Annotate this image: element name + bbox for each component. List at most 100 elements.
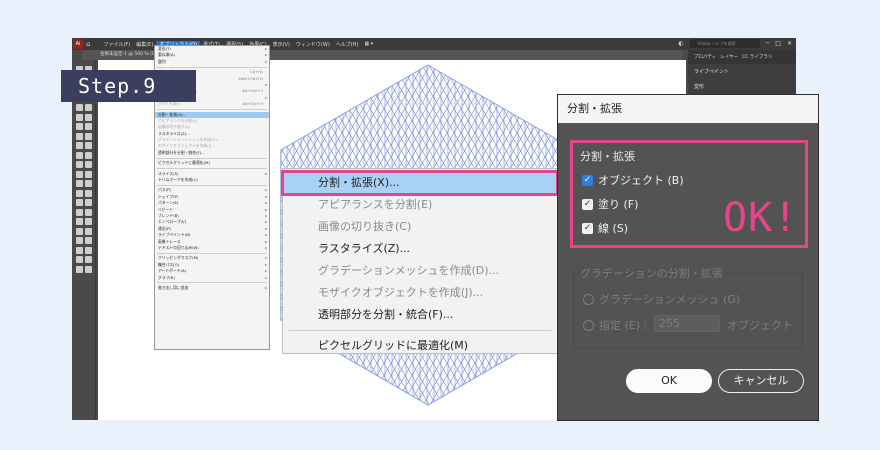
- panel-section-title: ライブペイント: [694, 69, 730, 75]
- object-menu-item[interactable]: すべてを表示 Alt+Ctrl+3: [155, 101, 269, 107]
- ok-button[interactable]: OK: [626, 369, 712, 393]
- workspace-switcher-icon[interactable]: ▦ ▾: [361, 41, 376, 47]
- grid-line: [98, 60, 139, 420]
- tool-icon[interactable]: [76, 123, 83, 130]
- expand-menu-item[interactable]: 分割・拡張(X)...: [281, 170, 559, 196]
- tool-icon[interactable]: [85, 132, 92, 140]
- object-menu-item[interactable]: 書き出し用に追加 ▸: [155, 285, 269, 291]
- tool-icon[interactable]: [85, 227, 92, 235]
- zoom-menu-item[interactable]: 透明部分を分割・統合(F)...: [283, 304, 557, 326]
- zoom-menu-item[interactable]: モザイクオブジェクトを作成(J)...: [283, 282, 557, 304]
- zoom-menu-item[interactable]: アピアランスを分割(E): [283, 194, 557, 216]
- object-menu-item-label: グラフ(R): [158, 274, 175, 280]
- object-menu-item-label: グラデーションメッシュを作成(D)...: [158, 137, 221, 143]
- tool-icon[interactable]: [76, 246, 83, 254]
- object-menu-item[interactable]: テキストの回り込み(W) ▸: [155, 245, 269, 251]
- tool-icon[interactable]: [76, 199, 83, 206]
- tool-icon[interactable]: [85, 161, 92, 168]
- tool-icon[interactable]: [85, 189, 92, 197]
- submenu-arrow-icon: ▸: [265, 244, 267, 250]
- submenu-arrow-icon: ▸: [265, 58, 267, 64]
- grid-line: [98, 60, 123, 420]
- menu-edit[interactable]: 編集(E): [133, 41, 156, 48]
- tool-icon[interactable]: [76, 265, 83, 273]
- tool-icon[interactable]: [76, 170, 83, 178]
- object-menu-item-label: エンベロープ(V): [158, 219, 187, 225]
- tool-icon[interactable]: [85, 199, 92, 206]
- tab-layers[interactable]: レイヤー: [720, 54, 738, 60]
- tool-icon[interactable]: [76, 104, 83, 111]
- zoomed-object-menu: 分割・拡張(X)... アピアランスを分割(E) 画像の切り抜き(C) ラスタライズ(…: [281, 168, 559, 357]
- tool-icon[interactable]: [85, 237, 92, 244]
- object-menu-item-label: ブレンド(B): [158, 212, 179, 218]
- submenu-arrow-icon: ▸: [265, 284, 267, 290]
- object-menu-item-label: リピート: [158, 206, 174, 212]
- tool-icon[interactable]: [76, 189, 83, 197]
- object-menu-item[interactable]: ピクセルグリッドに最適化(M): [155, 160, 269, 166]
- object-menu-item-label: シェイプ(P): [158, 193, 179, 199]
- grid-line: [98, 60, 118, 420]
- object-menu-item[interactable]: 透明部分を分割・統合(F)...: [155, 150, 269, 156]
- tool-icon[interactable]: [85, 180, 92, 187]
- fill-checkbox[interactable]: ✓ 塗り (F): [582, 196, 638, 212]
- object-menu-item[interactable]: グラフ(R) ▸: [155, 275, 269, 281]
- menu-help[interactable]: ヘルプ(H): [333, 41, 362, 48]
- grid-line: [98, 60, 125, 420]
- object-menu-item-label: クリッピングマスク(M): [158, 255, 199, 261]
- object-menu-item[interactable]: トリムマークを作成(C): [155, 177, 269, 183]
- close-icon[interactable]: ✕: [787, 40, 792, 47]
- user-icon[interactable]: ◐: [678, 40, 683, 47]
- tool-icon[interactable]: [76, 132, 83, 140]
- stroke-checkbox[interactable]: ✓ 線 (S): [582, 220, 628, 236]
- menu-window[interactable]: ウィンドウ(W): [293, 41, 333, 48]
- tool-icon[interactable]: [85, 142, 92, 149]
- minimize-icon[interactable]: ─: [766, 40, 770, 47]
- tool-icon[interactable]: [76, 237, 83, 244]
- tool-icon[interactable]: [85, 208, 92, 216]
- specify-radio[interactable]: 指定 (E) :: [583, 317, 647, 333]
- radio-icon: [583, 319, 594, 331]
- menu-separator: [157, 157, 267, 159]
- tool-icon[interactable]: [85, 151, 92, 159]
- tool-icon[interactable]: [85, 218, 92, 225]
- tool-icon[interactable]: [76, 208, 83, 216]
- object-menu-item-label: 透明部分を分割・統合(F)...: [158, 149, 205, 155]
- maximize-icon[interactable]: □: [775, 40, 781, 47]
- tool-icon[interactable]: [76, 142, 83, 149]
- object-checkbox[interactable]: ✓ オブジェクト (B): [582, 172, 684, 188]
- menu-separator: [289, 330, 551, 331]
- tool-icon[interactable]: [76, 218, 83, 225]
- tab-properties[interactable]: プロパティ: [694, 54, 716, 60]
- tool-icon[interactable]: [85, 246, 92, 254]
- tool-icon[interactable]: [76, 151, 83, 159]
- tool-icon[interactable]: [76, 161, 83, 168]
- specify-objects-input[interactable]: 255: [654, 315, 720, 332]
- tab-libraries[interactable]: CC ライブラリ: [742, 54, 772, 60]
- zoom-menu-item[interactable]: 画像の切り抜き(C): [283, 216, 557, 238]
- tool-icon[interactable]: [76, 180, 83, 187]
- tool-icon[interactable]: [76, 113, 83, 121]
- zoom-menu-item[interactable]: グラデーションメッシュを作成(D)...: [283, 260, 557, 282]
- menu-separator: [157, 109, 267, 111]
- cancel-button[interactable]: キャンセル: [718, 369, 804, 393]
- tool-icon[interactable]: [85, 170, 92, 178]
- help-search-input[interactable]: Adobe ヘルプを検索: [689, 39, 760, 48]
- grid-line: [98, 60, 104, 420]
- tool-icon[interactable]: [85, 265, 92, 273]
- step-badge: Step.9: [61, 70, 196, 102]
- zoom-menu-item[interactable]: ピクセルグリッドに最適化(M): [283, 335, 557, 357]
- tool-icon[interactable]: [76, 227, 83, 235]
- tool-icon[interactable]: [85, 104, 92, 111]
- menu-file[interactable]: ファイル(F): [100, 41, 133, 48]
- grid-line: [98, 60, 109, 420]
- tool-icon[interactable]: [85, 123, 92, 130]
- tool-icon[interactable]: [76, 256, 83, 263]
- object-menu-item[interactable]: 整列 ▸: [155, 59, 269, 65]
- tool-icon[interactable]: [85, 256, 92, 263]
- tool-icon[interactable]: [85, 113, 92, 121]
- home-icon[interactable]: ⌂: [86, 40, 90, 48]
- zoom-menu-item[interactable]: ラスタライズ(Z)...: [283, 238, 557, 260]
- gradient-mesh-radio[interactable]: グラデーションメッシュ (G): [583, 291, 740, 307]
- expand-dialog: 分割・拡張 分割・拡張 ✓ オブジェクト (B) ✓ 塗り (F) ✓ 線 (S…: [557, 94, 819, 421]
- menu-view[interactable]: 表示(V): [270, 41, 293, 48]
